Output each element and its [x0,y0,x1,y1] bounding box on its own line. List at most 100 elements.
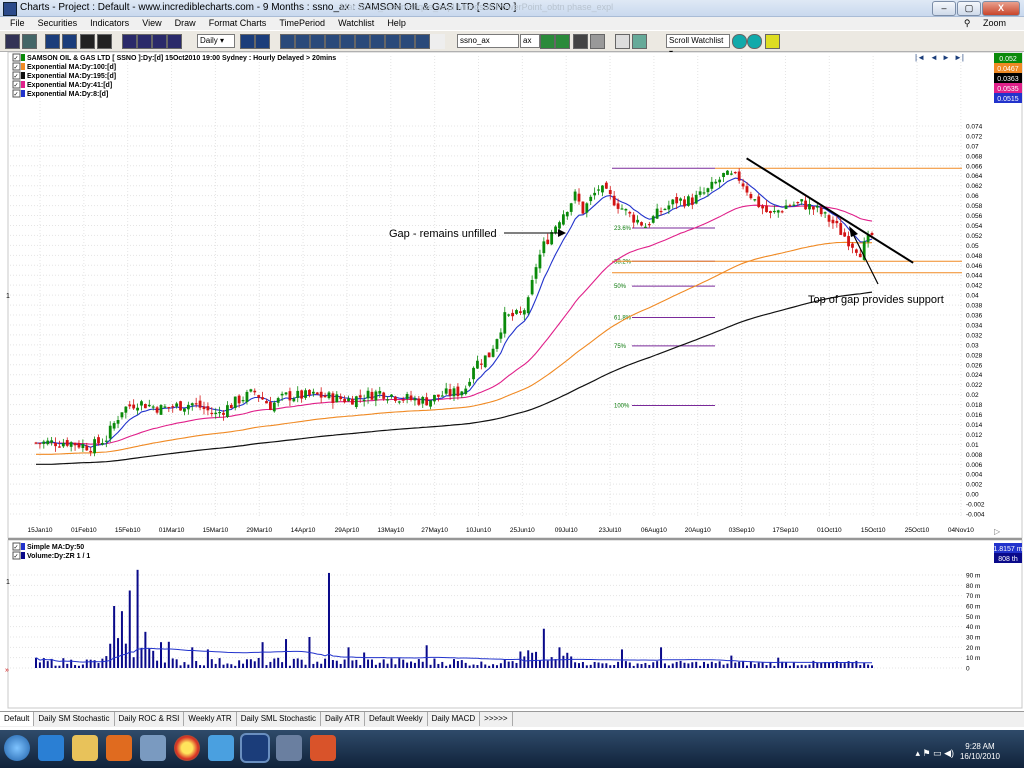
draw-text-icon[interactable] [370,34,385,49]
legend-ema-8: Exponential MA:Dy:8:[d] [27,91,108,98]
nav-prev-icon[interactable]: ◄ [930,53,938,62]
price-tick-label: 0.046 [966,263,983,270]
candle-icon[interactable] [122,34,137,49]
draw-arrow-icon[interactable] [355,34,370,49]
minimize-button[interactable]: – [932,1,956,16]
draw-horizontal-icon[interactable] [310,34,325,49]
split-icon[interactable] [97,34,112,49]
menu-securities[interactable]: Securities [38,17,78,30]
chrome-icon[interactable] [174,735,200,761]
tab-default-weekly[interactable]: Default Weekly [365,712,428,726]
date-tick-label: 01Oct10 [817,527,842,534]
draw-ellipse-icon[interactable] [400,34,415,49]
print-icon[interactable] [62,34,77,49]
nav-first-icon[interactable]: |◄ [915,53,925,62]
draw-vertical-icon[interactable] [325,34,340,49]
system-tray[interactable]: ▴ ⚑ ▭ ◀) [915,748,954,759]
windows-media-icon[interactable] [208,735,234,761]
draw-box-icon[interactable] [385,34,400,49]
layout-icon[interactable] [22,34,37,49]
log-icon[interactable] [255,34,270,49]
calculator-icon[interactable] [140,735,166,761]
scroll-down-icon[interactable] [747,34,762,49]
draw-channel-icon[interactable] [295,34,310,49]
mail-icon[interactable] [765,34,780,49]
tab-daily-atr[interactable]: Daily ATR [321,712,365,726]
explorer-icon[interactable] [72,735,98,761]
volume-bar [855,660,858,668]
menu-draw[interactable]: Draw [175,17,196,30]
menu-timeperiod[interactable]: TimePeriod [279,17,325,30]
volume-bar [738,661,741,668]
ie-icon[interactable] [38,735,64,761]
maximize-button[interactable]: ▢ [957,1,981,16]
scroll-up-icon[interactable] [732,34,747,49]
tab-daily-sm-stochastic[interactable]: Daily SM Stochastic [34,712,115,726]
tab-daily-sml-stochastic[interactable]: Daily SML Stochastic [237,712,321,726]
candle-body [73,443,77,446]
price-tick-label: 0.07 [966,143,979,150]
draw-fib-icon[interactable] [340,34,355,49]
screenshot-tool-icon[interactable] [276,735,302,761]
media-player-icon[interactable] [106,735,132,761]
watchlist-select[interactable]: Scroll Watchlist ▾ [666,34,730,57]
find-icon[interactable] [590,34,605,49]
refresh-icon[interactable] [555,34,570,49]
area-icon[interactable] [167,34,182,49]
menu-help[interactable]: Help [387,17,406,30]
alerts-icon[interactable] [632,34,647,49]
volume-bar [370,659,373,668]
tab-daily-macd[interactable]: Daily MACD [428,712,481,726]
candle-body [222,412,225,415]
close-button[interactable]: X [982,1,1020,16]
volume-bar [214,663,217,668]
menu-format-charts[interactable]: Format Charts [209,17,267,30]
chart-icon[interactable] [5,34,20,49]
zoom-button[interactable]: ⚲ Zoom [964,17,1006,30]
draw-line-icon[interactable] [280,34,295,49]
bar-icon[interactable] [137,34,152,49]
volume-bar [187,664,190,668]
line-icon[interactable] [152,34,167,49]
tab-default[interactable]: Default [0,712,35,726]
svg-text:✓: ✓ [13,92,18,98]
volume-icon[interactable] [240,34,255,49]
period-select[interactable]: Daily ▾ [197,34,235,48]
menu-indicators[interactable]: Indicators [90,17,129,30]
clock-time: 9:28 AM [965,742,995,751]
go-icon[interactable] [540,34,555,49]
candle-body [147,404,151,407]
volume-bar [445,665,448,668]
chart-area[interactable]: ✓ SAMSON OIL & GAS LTD [ SSNO ]:Dy:[d] 1… [0,51,1024,710]
date-tick-label: 14Apr10 [291,527,316,534]
tab-more[interactable]: >>>>> [480,712,513,726]
volume-bar [238,660,241,668]
charts-app-icon[interactable] [242,735,268,761]
toolbar: Daily ▾ ssno_ax ax Scroll Watchlist ▾ [0,31,1024,57]
menu-view[interactable]: View [142,17,161,30]
draw-gann-icon[interactable] [415,34,430,49]
save-icon[interactable] [45,34,60,49]
candle-body [655,208,659,219]
delete-drawing-icon[interactable] [430,34,445,49]
menu-file[interactable]: File [10,17,25,30]
nav-last-icon[interactable]: ►| [954,53,964,62]
nav-next-icon[interactable]: ► [942,53,950,62]
powerpoint-icon[interactable] [310,735,336,761]
notes-icon[interactable] [615,34,630,49]
security-search-input[interactable]: ssno_ax [457,34,519,48]
candle-body [140,401,143,406]
grid-icon[interactable] [80,34,95,49]
tab-daily-roc-rsi[interactable]: Daily ROC & RSI [115,712,185,726]
exchange-select[interactable]: ax [520,34,540,48]
volume-expand-icon[interactable]: » [5,667,9,674]
tab-weekly-atr[interactable]: Weekly ATR [184,712,237,726]
volume-bar [230,664,233,668]
binoculars-icon[interactable] [573,34,588,49]
scroll-right-icon[interactable]: ▷ [994,527,1001,536]
clock[interactable]: 9:28 AM 16/10/2010 [960,742,1000,762]
candle-body [280,393,284,396]
menu-watchlist[interactable]: Watchlist [338,17,374,30]
price-chart[interactable]: ✓ SAMSON OIL & GAS LTD [ SSNO ]:Dy:[d] 1… [0,51,1024,710]
start-button[interactable] [4,735,30,761]
